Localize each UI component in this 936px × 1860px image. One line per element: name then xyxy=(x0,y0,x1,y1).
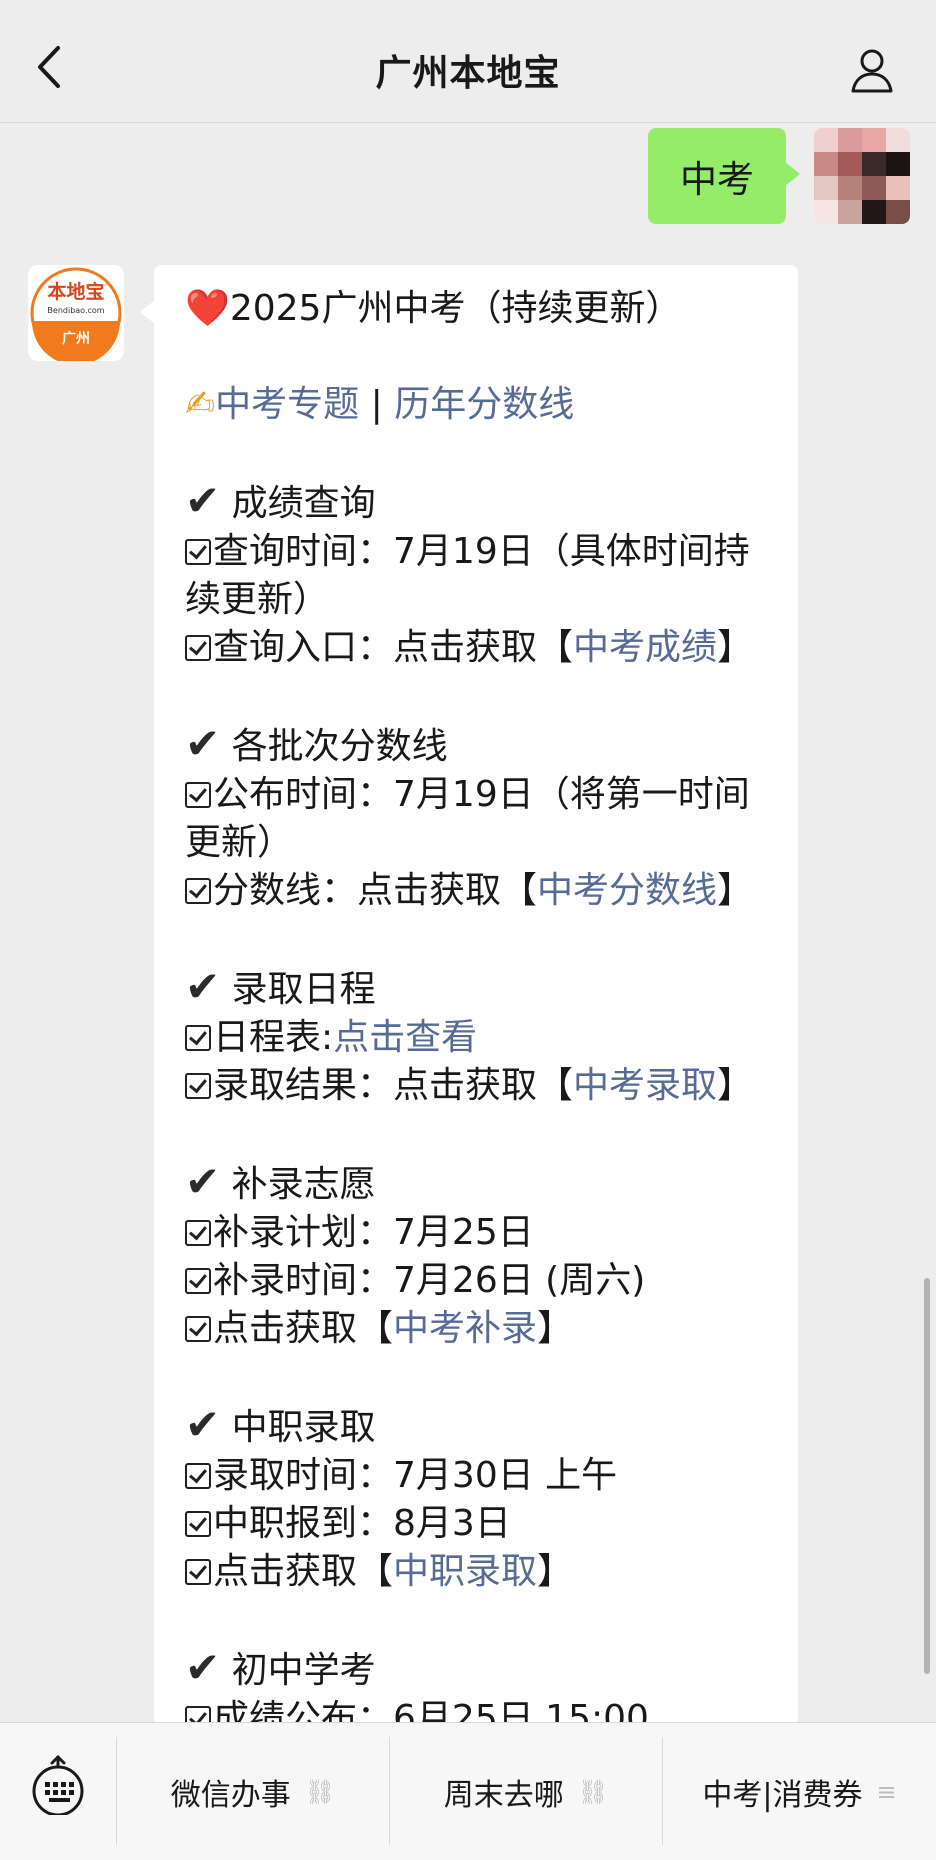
list-item: 录取时间：7月30日 上午 xyxy=(185,1452,770,1500)
list-item: 查询入口：点击获取【中考成绩】 xyxy=(185,624,770,672)
writing-hand-icon: ✍ xyxy=(185,384,216,425)
checkbox-icon xyxy=(185,1025,211,1051)
checkbox-icon xyxy=(185,1268,211,1294)
past-scores-link[interactable]: 历年分数线 xyxy=(394,384,574,425)
score-query-link[interactable]: 中考成绩 xyxy=(573,627,717,668)
list-item: 补录时间：7月26日 (周六) xyxy=(185,1257,770,1305)
link-icon: ⛓ xyxy=(304,1777,336,1806)
checkbox-icon xyxy=(185,782,211,808)
menu-lines-icon: ≡ xyxy=(876,1777,897,1806)
list-item: 分数线：点击获取【中考分数线】 xyxy=(185,867,770,915)
admission-link[interactable]: 中考录取 xyxy=(573,1065,717,1106)
zhongkao-topic-link[interactable]: 中考专题 xyxy=(215,384,359,425)
menu-item-weekend[interactable]: 周末去哪 ⛓ xyxy=(390,1723,662,1860)
list-item: 中职报到：8月3日 xyxy=(185,1500,770,1548)
list-item: 点击获取【中考补录】 xyxy=(185,1305,770,1353)
bendibao-logo: 本地宝 Bendibao.com 广州 xyxy=(30,267,122,361)
checkbox-icon xyxy=(185,1511,211,1537)
menu-item-wechat-services[interactable]: 微信办事 ⛓ xyxy=(117,1723,389,1860)
link-icon: ⛓ xyxy=(577,1777,609,1806)
bottom-menu-bar: 微信办事 ⛓ 周末去哪 ⛓ 中考|消费券 ≡ xyxy=(0,1722,936,1860)
keyboard-toggle-button[interactable] xyxy=(30,1755,86,1817)
svg-text:广州: 广州 xyxy=(62,330,90,347)
supplementary-admission-link[interactable]: 中考补录 xyxy=(393,1308,537,1349)
bot-message-bubble: ❤️2025广州中考（持续更新） ✍中考专题 | 历年分数线 ✔ 成绩查询 查询… xyxy=(154,265,798,1725)
checkbox-icon xyxy=(185,1316,211,1342)
bubble-tail xyxy=(140,300,155,324)
scrollbar[interactable] xyxy=(924,1278,930,1674)
schedule-view-link[interactable]: 点击查看 xyxy=(333,1017,477,1058)
user-avatar[interactable] xyxy=(814,128,910,224)
section-heading: ✔ 录取日程 xyxy=(185,962,376,1011)
check-icon: ✔ xyxy=(185,476,221,525)
section-heading: ✔ 初中学考 xyxy=(185,1643,376,1692)
list-item: 成绩公布：6月25日 15:00 xyxy=(185,1695,770,1725)
check-icon: ✔ xyxy=(185,719,221,768)
checkbox-icon xyxy=(185,1463,211,1489)
svg-text:本地宝: 本地宝 xyxy=(47,280,104,303)
bendibao-avatar[interactable]: 本地宝 Bendibao.com 广州 xyxy=(28,265,124,361)
check-icon: ✔ xyxy=(185,1157,221,1206)
page-title: 广州本地宝 xyxy=(375,53,561,94)
menu-item-zhongkao-coupons[interactable]: 中考|消费券 ≡ xyxy=(663,1723,936,1860)
person-icon xyxy=(851,49,893,93)
checkbox-icon xyxy=(185,1073,211,1099)
vocational-admission-link[interactable]: 中职录取 xyxy=(393,1551,537,1592)
list-item: 公布时间：7月19日（将第一时间更新） xyxy=(185,774,750,863)
section-heading: ✔ 成绩查询 xyxy=(185,476,376,525)
svg-text:Bendibao.com: Bendibao.com xyxy=(47,306,104,315)
score-line-link[interactable]: 中考分数线 xyxy=(537,870,717,911)
list-item: 日程表:点击查看 xyxy=(185,1014,770,1062)
checkbox-icon xyxy=(185,878,211,904)
message-title: ❤️2025广州中考（持续更新） xyxy=(185,288,682,329)
profile-button[interactable] xyxy=(848,46,896,94)
top-bar: 广州本地宝 xyxy=(0,0,936,123)
check-icon: ✔ xyxy=(185,1400,221,1449)
list-item: 查询时间：7月19日（具体时间持续更新） xyxy=(185,531,750,620)
topic-links-row: ✍中考专题 | 历年分数线 xyxy=(185,384,575,425)
user-message-bubble[interactable]: 中考 xyxy=(648,128,800,224)
checkbox-icon xyxy=(185,1559,211,1585)
keyboard-icon xyxy=(32,1755,84,1817)
checkbox-icon xyxy=(185,539,211,565)
heart-icon: ❤️ xyxy=(185,288,230,329)
section-heading: ✔ 各批次分数线 xyxy=(185,719,448,768)
section-heading: ✔ 补录志愿 xyxy=(185,1157,376,1206)
checkbox-icon xyxy=(185,1220,211,1246)
check-icon: ✔ xyxy=(185,1643,221,1692)
check-icon: ✔ xyxy=(185,962,221,1011)
list-item: 补录计划：7月25日 xyxy=(185,1209,770,1257)
user-message-text: 中考 xyxy=(680,158,754,201)
list-item: 点击获取【中职录取】 xyxy=(185,1548,770,1596)
list-item: 录取结果：点击获取【中考录取】 xyxy=(185,1062,770,1110)
section-heading: ✔ 中职录取 xyxy=(185,1400,376,1449)
checkbox-icon xyxy=(185,635,211,661)
